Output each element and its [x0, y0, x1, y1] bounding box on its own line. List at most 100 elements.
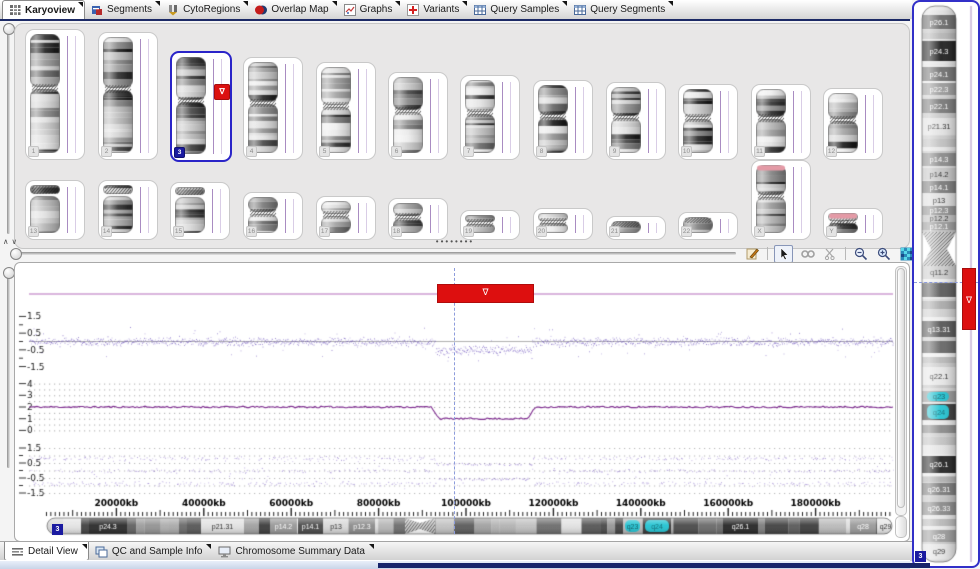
genome-tracks-plot[interactable]	[17, 265, 895, 539]
detail-scrollbar-thumb[interactable]	[897, 268, 905, 508]
tab-corner-marker	[668, 1, 673, 6]
chromosome-3-ideogram	[176, 57, 206, 154]
tab-query-samples[interactable]: Query Samples	[468, 0, 568, 19]
chromosome-4-ideogram	[248, 62, 278, 153]
chromosome-card-3[interactable]: 3∇	[170, 51, 232, 162]
variants-icon	[407, 4, 419, 16]
chromosome-card-4[interactable]: 4	[243, 57, 303, 160]
bottom-tab-bar: Detail View QC and Sample Info Chromosom…	[0, 541, 914, 561]
segment-flag-marker[interactable]: ∇	[214, 84, 230, 100]
chromosome-card-22[interactable]: 22	[678, 212, 738, 240]
tab-query-segments[interactable]: Query Segments	[568, 0, 674, 19]
chromosome-card-X[interactable]: X	[751, 160, 811, 240]
chromosome-card-21[interactable]: 21	[606, 216, 666, 240]
chevron-up-icon[interactable]: ∧	[3, 237, 12, 246]
tab-variants[interactable]: Variants	[401, 0, 468, 19]
chromosome-card-12[interactable]: 12	[823, 88, 883, 160]
collapse-chevrons[interactable]: ∧∨	[3, 237, 20, 246]
sample-track-line	[873, 95, 874, 153]
chromosome-number-badge: 14	[101, 226, 112, 237]
qc-icon	[95, 546, 108, 558]
chromosome-card-18[interactable]: 18	[388, 198, 448, 240]
karyoview-scroll-slider[interactable]	[14, 252, 736, 255]
sample-track-line	[502, 217, 503, 233]
chromosome-card-15[interactable]: 15	[170, 182, 230, 240]
annotation-tool-button[interactable]	[744, 246, 761, 262]
zoom-in-button[interactable]	[875, 246, 892, 262]
chromosome-number-badge: 10	[681, 146, 692, 157]
link-tool-button[interactable]	[799, 246, 816, 262]
chevron-down-icon[interactable]: ∨	[12, 237, 21, 246]
chromosome-card-Y[interactable]: Y	[823, 208, 883, 240]
tab-detail-view[interactable]: Detail View	[4, 542, 89, 561]
zoom-out-button[interactable]	[852, 246, 869, 262]
splitter-handle[interactable]: ••••••••	[420, 237, 490, 246]
tab-overlap-map[interactable]: Overlap Map	[249, 0, 337, 19]
chromosome-number-badge: X	[754, 226, 765, 237]
chromosome-2-ideogram	[103, 37, 133, 153]
sample-track-line	[801, 167, 802, 233]
chromosome-card-13[interactable]: 13	[25, 180, 85, 240]
sample-track-line	[575, 87, 576, 153]
chromosome-number-badge: 22	[681, 226, 692, 237]
tab-corner-marker	[82, 544, 87, 549]
detail-scrollbar-button[interactable]	[895, 516, 907, 538]
tab-corner-marker	[462, 1, 467, 6]
chromosome-card-11[interactable]: 11	[751, 84, 811, 160]
sample-track-line	[720, 219, 721, 233]
chromosome-card-10[interactable]: 10	[678, 84, 738, 160]
sample-track-line	[793, 91, 794, 153]
chromosome-card-20[interactable]: 20	[533, 208, 593, 240]
segment-marker[interactable]: ∇	[437, 284, 534, 303]
chromosome-number-badge: 3	[174, 147, 185, 158]
toolbar-separator	[845, 247, 846, 260]
chromosome-card-19[interactable]: 19	[460, 210, 520, 240]
sample-track-line	[656, 223, 657, 233]
sample-track-line	[221, 59, 222, 154]
chromosome-card-16[interactable]: 16	[243, 192, 303, 240]
tab-chromosome-summary-data[interactable]: Chromosome Summary Data	[212, 542, 374, 561]
select-tool-button[interactable]	[774, 245, 793, 263]
tab-corner-marker	[78, 2, 83, 7]
detail-zoom-slider[interactable]	[7, 272, 10, 468]
chromosome-3-sidebar[interactable]: ∇ 3	[912, 0, 980, 568]
chromosome-9-ideogram	[611, 87, 641, 153]
chromosome-card-1[interactable]: 1	[25, 29, 85, 160]
cut-tool-button[interactable]	[822, 246, 839, 262]
detail-scrollbar[interactable]	[895, 266, 907, 516]
tab-corner-marker	[395, 1, 400, 6]
plot-toolbar	[744, 245, 915, 262]
chromosome-7-ideogram	[465, 80, 495, 153]
chromosome-5-ideogram	[321, 67, 351, 153]
sample-track-line	[502, 82, 503, 153]
sidebar-segment-marker[interactable]: ∇	[962, 268, 976, 330]
tab-karyoview[interactable]: Karyoview	[2, 0, 85, 19]
top-tab-bar: Karyoview Segments CytoRegions Overlap M…	[0, 0, 912, 19]
tab-cytoregions[interactable]: CytoRegions	[161, 0, 249, 19]
chromosome-card-2[interactable]: 2	[98, 32, 158, 160]
cytoregions-icon	[167, 4, 179, 16]
chromosome-card-7[interactable]: 7	[460, 75, 520, 160]
summary-icon	[218, 546, 231, 558]
query-segments-icon	[574, 4, 586, 16]
tab-qc-and-sample-info[interactable]: QC and Sample Info	[89, 542, 213, 561]
tab-graphs[interactable]: Graphs	[338, 0, 402, 19]
sample-track-line	[358, 203, 359, 233]
chromosome-card-5[interactable]: 5	[316, 62, 376, 160]
tab-label: Query Samples	[490, 4, 559, 15]
chromosome-card-9[interactable]: 9	[606, 82, 666, 160]
tab-segments[interactable]: Segments	[85, 0, 161, 19]
chromosome-card-6[interactable]: 6	[388, 72, 448, 160]
link-icon	[801, 249, 815, 259]
segments-icon	[91, 4, 103, 16]
tab-label: Overlap Map	[271, 4, 328, 15]
chromosome-card-8[interactable]: 8	[533, 80, 593, 160]
sample-track-line	[728, 91, 729, 153]
karyoview-scroll-slider-thumb[interactable]	[10, 248, 22, 260]
chromosome-card-17[interactable]: 17	[316, 196, 376, 240]
chromosome-card-14[interactable]: 14	[98, 180, 158, 240]
tab-corner-marker	[562, 1, 567, 6]
window-resize-bar	[378, 563, 930, 568]
karyoview-zoom-slider[interactable]	[7, 28, 10, 234]
tab-label: Chromosome Summary Data	[235, 546, 364, 557]
